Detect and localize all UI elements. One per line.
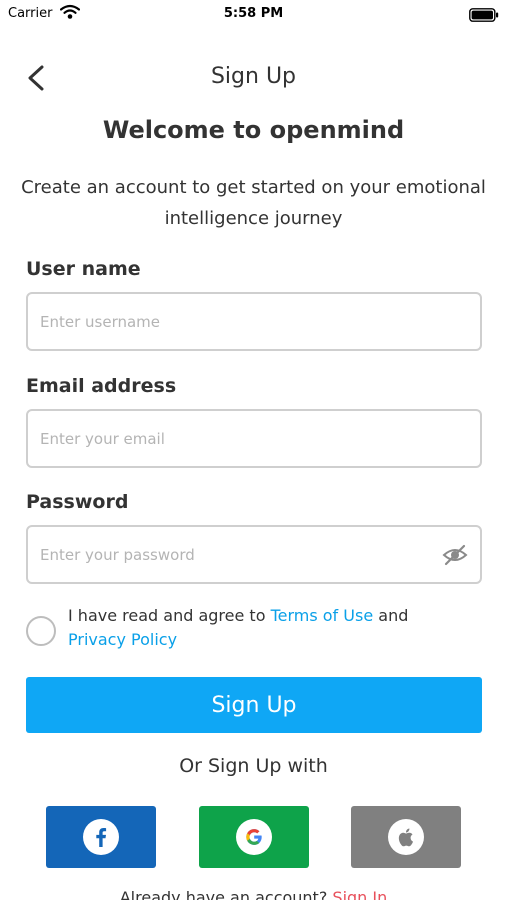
- or-sign-up-with-label: Or Sign Up with: [179, 755, 328, 777]
- facebook-sign-up-button[interactable]: [46, 806, 156, 868]
- email-input[interactable]: [40, 411, 420, 466]
- agreement-prefix: I have read and agree to: [68, 606, 271, 625]
- toggle-password-visibility-button[interactable]: [442, 542, 468, 568]
- agreement-and: and: [373, 606, 409, 625]
- clock: 5:58 PM: [223, 6, 284, 21]
- sign-in-link[interactable]: Sign In: [332, 888, 387, 900]
- password-input[interactable]: [40, 527, 420, 582]
- terms-of-use-link[interactable]: Terms of Use: [271, 606, 374, 625]
- apple-icon: [398, 828, 413, 847]
- password-label: Password: [26, 491, 129, 513]
- nav-bar: Sign Up: [0, 58, 507, 98]
- privacy-policy-link[interactable]: Privacy Policy: [68, 630, 177, 649]
- facebook-icon: [96, 828, 107, 847]
- agreement-text: I have read and agree to Terms of Use an…: [68, 604, 488, 652]
- google-icon: [246, 829, 262, 845]
- apple-sign-up-button[interactable]: [351, 806, 461, 868]
- page-title: Sign Up: [210, 64, 297, 89]
- welcome-subtitle: Create an account to get started on your…: [21, 177, 486, 229]
- agree-checkbox[interactable]: [26, 616, 56, 646]
- email-label: Email address: [26, 375, 177, 397]
- sign-in-prompt-text: Already have an account?: [119, 888, 333, 900]
- username-input[interactable]: [40, 294, 420, 349]
- password-field-box[interactable]: [26, 525, 482, 584]
- email-field-box[interactable]: [26, 409, 482, 468]
- username-label: User name: [26, 258, 141, 280]
- eye-off-icon: [442, 544, 468, 566]
- sign-up-button[interactable]: Sign Up: [26, 677, 482, 733]
- google-sign-up-button[interactable]: [199, 806, 309, 868]
- welcome-heading: Welcome to openmind: [102, 116, 405, 144]
- agreement-row: I have read and agree to Terms of Use an…: [26, 604, 486, 654]
- battery-icon: [469, 7, 499, 22]
- username-field-box[interactable]: [26, 292, 482, 351]
- sign-in-prompt: Already have an account? Sign In: [0, 888, 507, 900]
- status-bar: Carrier 5:58 PM: [0, 0, 507, 28]
